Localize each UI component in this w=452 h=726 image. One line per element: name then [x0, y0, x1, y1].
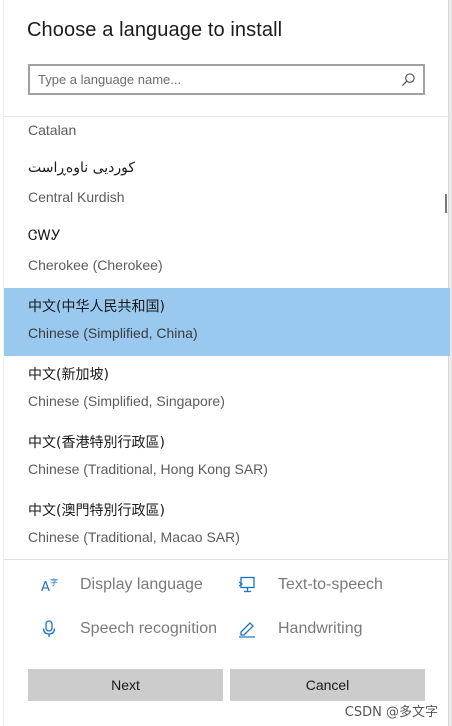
next-button[interactable]: Next: [28, 669, 223, 701]
language-english-name: Chinese (Traditional, Macao SAR): [28, 529, 240, 545]
cancel-button[interactable]: Cancel: [230, 669, 425, 701]
language-english-name: Chinese (Simplified, China): [28, 325, 198, 341]
language-install-dialog: Choose a language to install Catalan کور…: [3, 0, 450, 726]
language-item-catalan[interactable]: Catalan: [4, 117, 450, 146]
svg-text:字: 字: [50, 577, 58, 587]
language-native-name: 中文(澳門特別行政區): [28, 503, 165, 519]
language-item-chinese-traditional-hongkong[interactable]: 中文(香港特別行政區) Chinese (Traditional, Hong K…: [4, 424, 450, 492]
feature-label: Speech recognition: [80, 620, 217, 637]
language-item-chinese-traditional-macao[interactable]: 中文(澳門特別行政區) Chinese (Traditional, Macao …: [4, 492, 450, 559]
watermark: CSDN @多文字: [344, 705, 438, 720]
text-to-speech-icon: [238, 576, 255, 593]
display-language-icon: A 字: [41, 577, 58, 594]
handwriting-icon: [239, 622, 255, 638]
language-item-central-kurdish[interactable]: کوردیی ناوەڕاست Central Kurdish: [4, 152, 450, 220]
language-native-name: 中文(香港特別行政區): [28, 435, 165, 451]
language-native-name: 中文(中华人民共和国): [28, 299, 165, 315]
feature-label: Display language: [80, 576, 203, 593]
feature-label: Text-to-speech: [278, 576, 383, 593]
feature-label: Handwriting: [278, 620, 363, 637]
language-native-name: کوردیی ناوەڕاست: [28, 160, 136, 176]
dialog-title: Choose a language to install: [27, 19, 283, 41]
search-box[interactable]: [28, 64, 425, 95]
language-english-name: Cherokee (Cherokee): [28, 257, 163, 273]
language-item-chinese-simplified-china[interactable]: 中文(中华人民共和国) Chinese (Simplified, China): [4, 288, 450, 356]
language-english-name: Central Kurdish: [28, 189, 125, 205]
language-english-name: Catalan: [28, 122, 77, 138]
search-icon[interactable]: [401, 72, 416, 87]
microphone-icon: [42, 620, 56, 637]
language-native-name: 中文(新加坡): [28, 367, 109, 383]
language-item-cherokee[interactable]: ᏣᎳᎩ Cherokee (Cherokee): [4, 220, 450, 288]
language-english-name: Chinese (Traditional, Hong Kong SAR): [28, 461, 268, 477]
language-item-chinese-simplified-singapore[interactable]: 中文(新加坡) Chinese (Simplified, Singapore): [4, 356, 450, 424]
search-input[interactable]: [38, 69, 388, 90]
language-native-name: ᏣᎳᎩ: [28, 228, 61, 244]
svg-text:A: A: [41, 580, 50, 594]
language-english-name: Chinese (Simplified, Singapore): [28, 393, 225, 409]
language-list[interactable]: Catalan کوردیی ناوەڕاست Central Kurdish …: [4, 116, 450, 560]
list-scrollbar-thumb[interactable]: [445, 194, 447, 213]
